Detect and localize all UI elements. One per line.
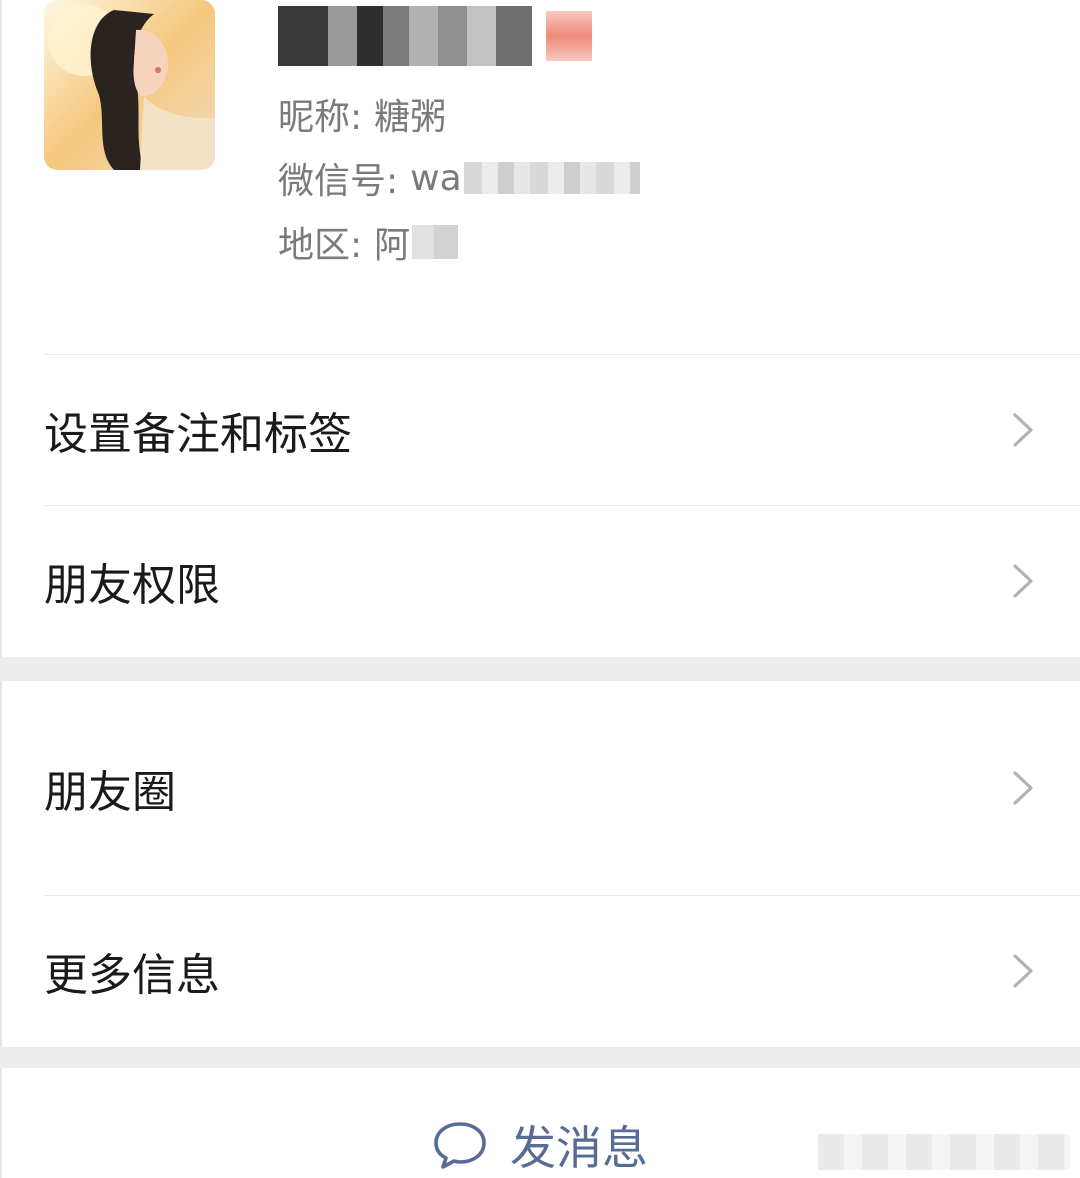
avatar-illustration	[44, 0, 215, 170]
chevron-right-icon	[1013, 413, 1033, 447]
chevron-right-icon	[1013, 954, 1033, 988]
wechat-id-line: 微信号: wa	[278, 150, 640, 206]
friend-permissions-row[interactable]: 朋友权限	[0, 506, 1080, 656]
avatar[interactable]	[44, 0, 215, 170]
remark-tags-row[interactable]: 设置备注和标签	[0, 355, 1080, 505]
moments-label: 朋友圈	[44, 767, 176, 818]
more-info-row[interactable]: 更多信息	[0, 896, 1080, 1046]
section-separator	[0, 1047, 1080, 1068]
region-redaction	[412, 225, 459, 259]
region-line: 地区: 阿	[278, 214, 459, 270]
display-name-redacted	[278, 6, 592, 66]
remark-tags-label: 设置备注和标签	[44, 409, 352, 460]
region-value: 阿	[374, 225, 411, 266]
watermark-redacted	[818, 1134, 1070, 1170]
chevron-right-icon	[1013, 564, 1033, 598]
section-separator	[0, 657, 1080, 681]
chevron-right-icon	[1013, 771, 1033, 805]
moments-row[interactable]: 朋友圈	[0, 681, 1080, 895]
nickname-value: 糖粥	[374, 97, 447, 138]
name-mosaic	[278, 6, 532, 66]
more-info-label: 更多信息	[44, 950, 220, 1001]
chat-bubble-icon	[434, 1122, 486, 1169]
friend-permissions-label: 朋友权限	[44, 560, 220, 611]
nickname-line: 昵称: 糖粥	[278, 86, 446, 142]
nickname-label: 昵称:	[278, 97, 363, 138]
gender-badge-redacted	[546, 11, 592, 61]
wechat-id-value: wa	[410, 157, 462, 199]
wechat-id-redaction	[463, 162, 640, 194]
region-label: 地区:	[278, 225, 363, 266]
send-message-label: 发消息	[510, 1121, 648, 1175]
wechat-id-label: 微信号:	[278, 161, 399, 202]
